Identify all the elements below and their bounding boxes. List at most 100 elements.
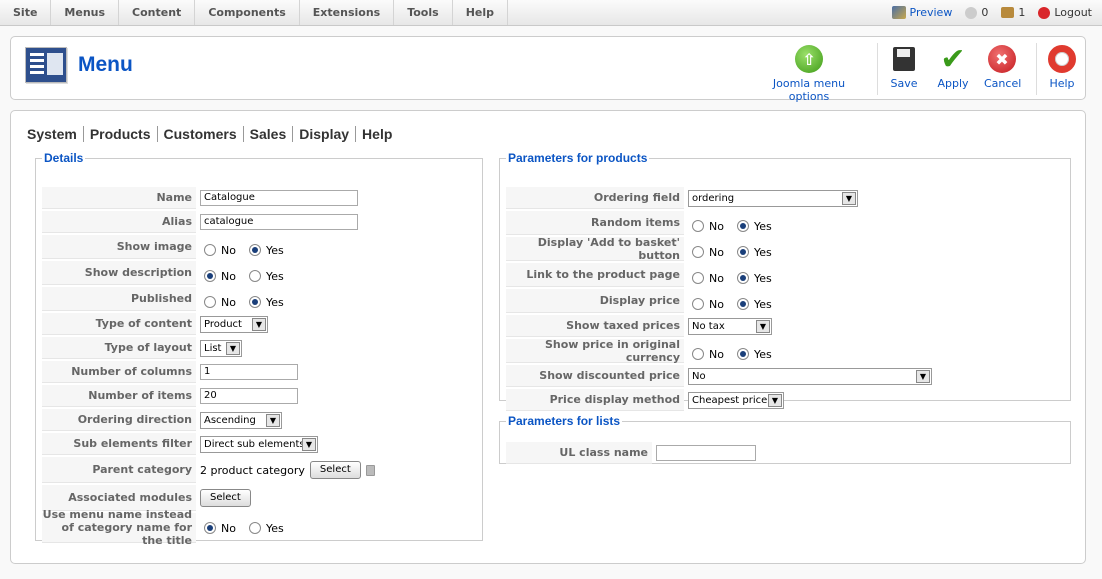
ordering-select[interactable]: Ascending ▼ <box>200 411 282 429</box>
columns-label: Number of columns <box>42 361 196 383</box>
tab-display[interactable]: Display <box>293 126 357 142</box>
discounted-select[interactable]: No ▼ <box>688 367 932 385</box>
ul-class-input[interactable] <box>656 445 756 461</box>
radio-button[interactable] <box>204 244 216 256</box>
toolbar: Menu ⇧ Joomla menu options Save ✔ Apply … <box>10 36 1086 103</box>
menu-help[interactable]: Help <box>453 0 508 25</box>
messages-value: 0 <box>981 6 989 19</box>
published-yes[interactable]: Yes <box>248 296 284 309</box>
radio-button[interactable] <box>204 270 216 282</box>
menu-options-button[interactable]: ⇧ Joomla menu options <box>759 45 859 103</box>
logout-label: Logout <box>1054 6 1092 19</box>
chevron-down-icon: ▼ <box>916 369 930 383</box>
menu-components[interactable]: Components <box>195 0 300 25</box>
random-yes[interactable]: Yes <box>736 220 772 233</box>
show-image-row: Show image No Yes <box>42 235 478 259</box>
cancel-label: Cancel <box>984 77 1022 90</box>
radio-button[interactable] <box>736 220 749 232</box>
tab-help[interactable]: Help <box>356 126 398 142</box>
chevron-down-icon: ▼ <box>842 191 856 205</box>
products-legend: Parameters for products <box>508 151 648 165</box>
ordering-field-row: Ordering field ordering ▼ <box>506 187 1066 209</box>
random-no[interactable]: No <box>692 220 724 233</box>
messages-count[interactable]: 0 <box>965 6 988 19</box>
name-input[interactable]: Catalogue <box>200 190 358 206</box>
menu-tools[interactable]: Tools <box>394 0 453 25</box>
menu-options-label: Joomla menu options <box>772 77 846 103</box>
apply-button[interactable]: ✔ Apply <box>936 42 970 91</box>
columns-input[interactable]: 1 <box>200 364 298 380</box>
basket-label: Display 'Add to basket' button <box>506 236 684 262</box>
type-content-select[interactable]: Product ▼ <box>200 315 268 333</box>
subfilter-select[interactable]: Direct sub elements ▼ <box>200 435 318 453</box>
ul-label: UL class name <box>506 442 652 464</box>
tab-system[interactable]: System <box>27 126 84 142</box>
preview-link[interactable]: Preview <box>891 6 952 19</box>
menu-manager-icon <box>25 47 67 83</box>
radio-button[interactable] <box>248 296 261 308</box>
menu-menus[interactable]: Menus <box>51 0 120 25</box>
radio-button[interactable] <box>736 246 749 258</box>
basket-yes[interactable]: Yes <box>736 246 772 259</box>
link-yes[interactable]: Yes <box>736 272 772 285</box>
show-image-no[interactable]: No <box>204 244 236 257</box>
page-title: Menu <box>78 53 133 76</box>
price-yes[interactable]: Yes <box>736 298 772 311</box>
help-button[interactable]: Help <box>1047 45 1077 90</box>
alias-input[interactable]: catalogue <box>200 214 358 230</box>
link-no[interactable]: No <box>692 272 724 285</box>
logout-icon <box>1038 6 1051 19</box>
type-content-row: Type of content Product ▼ <box>42 313 478 335</box>
orig-currency-no[interactable]: No <box>692 348 724 361</box>
radio-button[interactable] <box>692 298 704 310</box>
radio-button[interactable] <box>692 220 704 232</box>
radio-button[interactable] <box>692 272 704 284</box>
chevron-down-icon: ▼ <box>226 341 240 355</box>
menu-extensions[interactable]: Extensions <box>300 0 395 25</box>
radio-button[interactable] <box>692 348 704 360</box>
random-label: Random items <box>506 211 684 235</box>
menuname-no[interactable]: No <box>204 522 236 535</box>
menu-content[interactable]: Content <box>119 0 196 25</box>
show-description-no[interactable]: No <box>204 270 236 283</box>
tab-customers[interactable]: Customers <box>158 126 244 142</box>
radio-button[interactable] <box>248 522 261 534</box>
parent-select-button[interactable]: Select <box>309 461 361 479</box>
tab-products[interactable]: Products <box>84 126 158 142</box>
save-button[interactable]: Save <box>887 45 921 90</box>
radio-button[interactable] <box>692 246 704 258</box>
radio-button[interactable] <box>736 348 749 360</box>
type-content-label: Type of content <box>42 313 196 335</box>
ordering-field-select[interactable]: ordering ▼ <box>688 189 858 207</box>
users-count[interactable]: 1 <box>1001 6 1025 19</box>
menu-site[interactable]: Site <box>0 0 52 25</box>
parent-value: 2 product category <box>200 463 305 477</box>
method-row: Price display method Cheapest price ▼ <box>506 389 1066 411</box>
radio-button[interactable] <box>204 296 216 308</box>
cancel-button[interactable]: ✖ Cancel <box>984 45 1022 90</box>
radio-button[interactable] <box>736 272 749 284</box>
show-image-yes[interactable]: Yes <box>248 244 284 257</box>
trash-icon[interactable] <box>365 464 375 476</box>
main-menu: Site Menus Content Components Extensions… <box>0 0 508 25</box>
orig-currency-yes[interactable]: Yes <box>736 348 772 361</box>
published-no[interactable]: No <box>204 296 236 309</box>
method-select[interactable]: Cheapest price ▼ <box>688 391 784 409</box>
taxed-label: Show taxed prices <box>506 315 684 337</box>
items-input[interactable]: 20 <box>200 388 298 404</box>
radio-button[interactable] <box>248 244 261 256</box>
taxed-select[interactable]: No tax ▼ <box>688 317 772 335</box>
menuname-yes[interactable]: Yes <box>248 522 284 535</box>
tab-sales[interactable]: Sales <box>244 126 294 142</box>
modules-select-button[interactable]: Select <box>200 489 251 507</box>
ordering-row: Ordering direction Ascending ▼ <box>42 409 478 431</box>
price-no[interactable]: No <box>692 298 724 311</box>
radio-button[interactable] <box>736 298 749 310</box>
radio-button[interactable] <box>204 522 216 534</box>
basket-no[interactable]: No <box>692 246 724 259</box>
published-row: Published No Yes <box>42 287 478 311</box>
type-layout-select[interactable]: List ▼ <box>200 339 242 357</box>
logout-link[interactable]: Logout <box>1038 6 1092 19</box>
show-description-yes[interactable]: Yes <box>248 270 284 283</box>
radio-button[interactable] <box>248 270 261 282</box>
